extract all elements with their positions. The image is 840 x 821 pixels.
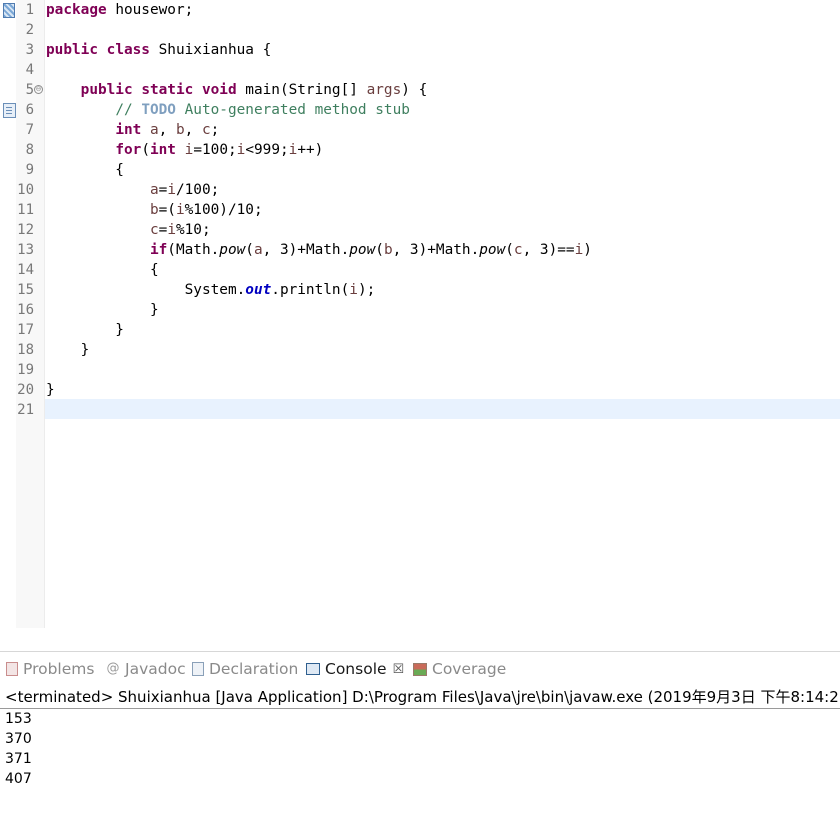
line-number: 16 — [17, 302, 34, 318]
panel-tabs: Problems @ Javadoc Declaration Console ☒… — [0, 652, 840, 686]
line-number: 9 — [25, 162, 34, 178]
tab-coverage[interactable]: Coverage — [413, 652, 506, 686]
code-text: } — [46, 342, 90, 358]
console-panel: Problems @ Javadoc Declaration Console ☒… — [0, 651, 840, 821]
at-sign-icon: @ — [106, 661, 120, 676]
line-number: 13 — [17, 242, 34, 258]
code-line[interactable]: 3 public class Shuixianhua { — [0, 40, 840, 60]
code-text: for(int i=100;i<999;i++) — [115, 142, 324, 158]
tab-label: Declaration — [209, 660, 299, 678]
line-number: 17 — [17, 322, 34, 338]
tab-label: Coverage — [432, 660, 507, 678]
code-text: { — [46, 262, 159, 278]
tab-declaration[interactable]: Declaration — [192, 652, 298, 686]
code-line[interactable]: 4 — [0, 60, 840, 80]
code-line[interactable]: 9 { — [0, 160, 840, 180]
line-number: 2 — [25, 22, 34, 38]
output-line: 371 — [5, 751, 32, 767]
problems-icon — [6, 662, 18, 676]
code-line[interactable]: 1 package housewor; — [0, 0, 840, 20]
line-number: 4 — [25, 62, 34, 78]
code-text: } — [46, 382, 55, 398]
tab-label: Console — [325, 660, 387, 678]
code-text: if(Math.pow(a, 3)+Math.pow(b, 3)+Math.po… — [149, 242, 592, 258]
code-text: public class Shuixianhua { — [46, 42, 272, 58]
tab-console[interactable]: Console ☒ — [302, 652, 409, 686]
code-text: c=i%10; — [149, 222, 211, 238]
code-text: public static void main(String[] args) { — [80, 82, 428, 98]
output-line: 407 — [5, 771, 32, 787]
code-line[interactable]: 8 for(int i=100;i<999;i++) — [0, 140, 840, 160]
line-number: 18 — [17, 342, 34, 358]
line-number: 6 — [25, 102, 34, 118]
divider — [0, 708, 840, 709]
code-line[interactable]: 13 if(Math.pow(a, 3)+Math.pow(b, 3)+Math… — [0, 240, 840, 260]
line-number: 5 — [25, 82, 34, 98]
code-line[interactable]: 18 } — [0, 340, 840, 360]
code-line[interactable]: 11 b=(i%100)/10; — [0, 200, 840, 220]
code-line[interactable]: 21 — [0, 400, 840, 420]
code-text: System.out.println(i); — [46, 282, 376, 298]
code-line[interactable]: 14 { — [0, 260, 840, 280]
code-line[interactable]: 10 a=i/100; — [0, 180, 840, 200]
console-status: <terminated> Shuixianhua [Java Applicati… — [5, 688, 840, 706]
console-output[interactable]: 153 370 371 407 — [5, 709, 32, 789]
line-number: 11 — [17, 202, 34, 218]
code-line[interactable]: 2 — [0, 20, 840, 40]
code-line[interactable]: 19 — [0, 360, 840, 380]
output-line: 153 — [5, 711, 32, 727]
line-number: 1 — [25, 2, 34, 18]
console-icon — [306, 663, 320, 675]
code-line[interactable]: 20} — [0, 380, 840, 400]
code-text: int a, b, c; — [115, 122, 220, 138]
line-number: 10 — [17, 182, 34, 198]
task-marker-icon[interactable] — [3, 103, 16, 118]
code-line[interactable]: 16 } — [0, 300, 840, 320]
tab-label: Problems — [23, 660, 95, 678]
code-line[interactable]: 12 c=i%10; — [0, 220, 840, 240]
code-line[interactable]: 7 int a, b, c; — [0, 120, 840, 140]
declaration-icon — [192, 662, 204, 676]
line-number: 21 — [17, 402, 34, 418]
line-number: 15 — [17, 282, 34, 298]
line-number: 19 — [17, 362, 34, 378]
code-line[interactable]: 15 System.out.println(i); — [0, 280, 840, 300]
code-text: { — [46, 162, 124, 178]
tab-javadoc[interactable]: @ Javadoc — [106, 652, 186, 686]
code-text: } — [46, 302, 159, 318]
coverage-icon — [413, 662, 427, 676]
line-number: 12 — [17, 222, 34, 238]
close-icon[interactable]: ☒ — [393, 662, 405, 677]
code-text: b=(i%100)/10; — [149, 202, 263, 218]
tab-problems[interactable]: Problems — [6, 652, 94, 686]
line-number: 7 — [25, 122, 34, 138]
code-text: // TODO Auto-generated method stub — [115, 102, 410, 118]
code-line[interactable]: 5 ⊖ public static void main(String[] args… — [0, 80, 840, 100]
line-number: 14 — [17, 262, 34, 278]
code-text: package housewor; — [46, 2, 194, 18]
output-line: 370 — [5, 731, 32, 747]
line-number: 8 — [25, 142, 34, 158]
code-line[interactable]: 6 // TODO Auto-generated method stub — [0, 100, 840, 120]
code-line[interactable]: 17 } — [0, 320, 840, 340]
line-number: 20 — [17, 382, 34, 398]
tab-label: Javadoc — [125, 660, 186, 678]
code-text: } — [46, 322, 124, 338]
code-text: a=i/100; — [149, 182, 220, 198]
line-number: 3 — [25, 42, 34, 58]
code-editor[interactable]: 1 package housewor; 2 3 public class Shuixia… — [0, 0, 840, 628]
bookmark-icon — [3, 3, 15, 18]
fold-toggle-icon[interactable]: ⊖ — [34, 85, 43, 94]
